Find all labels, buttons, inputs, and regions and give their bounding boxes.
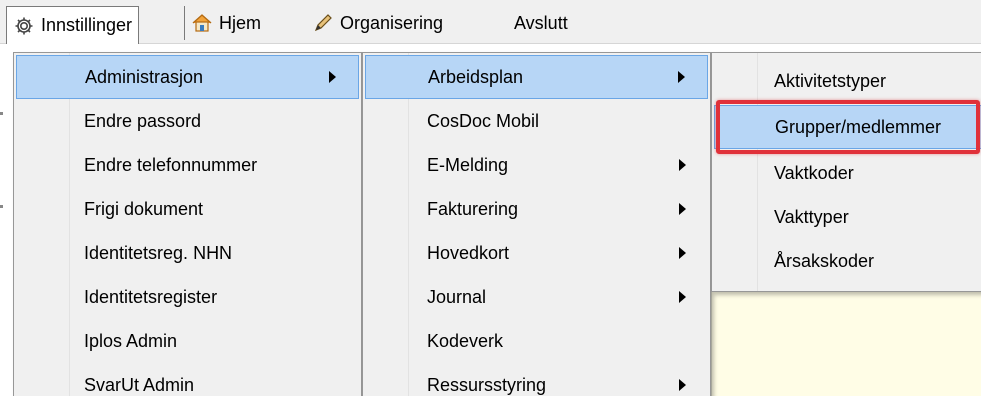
menu-item-label: Endre passord <box>84 110 202 131</box>
background-mark <box>0 112 3 115</box>
submenu-arrow-icon <box>679 247 686 259</box>
menu-item-fakturering[interactable]: Fakturering <box>365 187 708 231</box>
menu-item-label: Aktivitetstyper <box>774 70 887 91</box>
menu-item-label: CosDoc Mobil <box>427 110 540 131</box>
menubar-item-hjem[interactable]: Hjem <box>184 6 267 40</box>
menu-item-label: Arbeidsplan <box>428 66 524 87</box>
menu-item-kodeverk[interactable]: Kodeverk <box>365 319 708 363</box>
menu-item-frigi-dokument[interactable]: Frigi dokument <box>16 187 359 231</box>
menu-item-journal[interactable]: Journal <box>365 275 708 319</box>
submenu-arrow-icon <box>679 159 686 171</box>
menu-item-endre-telefonnummer[interactable]: Endre telefonnummer <box>16 143 359 187</box>
menubar-item-innstillinger[interactable]: Innstillinger <box>6 6 140 44</box>
menu-item-vaktkoder[interactable]: Vaktkoder <box>714 151 981 195</box>
menu-item-label: Ressursstyring <box>427 374 547 395</box>
home-icon <box>191 12 213 34</box>
submenu-arrow-icon <box>678 71 685 83</box>
pencil-icon <box>312 12 334 34</box>
menu-item-label: Iplos Admin <box>84 330 178 351</box>
menu-item-label: Endre telefonnummer <box>84 154 258 175</box>
arbeidsplan-submenu: Aktivitetstyper Grupper/medlemmer Vaktko… <box>711 52 981 292</box>
menu-item-iplos-admin[interactable]: Iplos Admin <box>16 319 359 363</box>
menu-item-arbeidsplan[interactable]: Arbeidsplan <box>365 55 708 99</box>
menu-item-endre-passord[interactable]: Endre passord <box>16 99 359 143</box>
submenu-arrow-icon <box>679 291 686 303</box>
menubar-label: Hjem <box>219 12 262 33</box>
menu-item-label: Journal <box>427 286 487 307</box>
menubar-label: Innstillinger <box>41 15 133 35</box>
menu-item-identitetsreg-nhn[interactable]: Identitetsreg. NHN <box>16 231 359 275</box>
menu-item-label: Identitetsregister <box>84 286 218 307</box>
menu-item-label: Frigi dokument <box>84 198 204 219</box>
settings-dropdown-menu: Administrasjon Endre passord Endre telef… <box>13 52 362 396</box>
submenu-arrow-icon <box>679 379 686 391</box>
menu-item-cosdoc-mobil[interactable]: CosDoc Mobil <box>365 99 708 143</box>
menu-item-label: SvarUt Admin <box>84 374 195 395</box>
highlight-annotation-box <box>716 100 980 154</box>
menubar-item-avslutt[interactable]: Avslutt <box>508 6 574 40</box>
menu-bar: Innstillinger Hjem Organisering Avslutt <box>0 0 981 44</box>
menu-item-label: Identitetsreg. NHN <box>84 242 233 263</box>
menu-item-label: Kodeverk <box>427 330 504 351</box>
menubar-label: Avslutt <box>514 12 568 33</box>
menu-item-vakttyper[interactable]: Vakttyper <box>714 195 981 239</box>
menu-item-label: Årsakskoder <box>774 250 875 271</box>
menu-item-ressursstyring[interactable]: Ressursstyring <box>365 363 708 396</box>
menu-item-label: Vaktkoder <box>774 162 854 183</box>
background-strip <box>0 44 14 396</box>
background-mark <box>0 205 3 208</box>
menu-item-e-melding[interactable]: E-Melding <box>365 143 708 187</box>
menu-item-identitetsregister[interactable]: Identitetsregister <box>16 275 359 319</box>
gear-icon <box>13 15 35 37</box>
menu-item-aktivitetstyper[interactable]: Aktivitetstyper <box>714 59 981 103</box>
menu-item-hovedkort[interactable]: Hovedkort <box>365 231 708 275</box>
content-area-yellow <box>711 292 981 396</box>
submenu-arrow-icon <box>679 203 686 215</box>
menu-item-label: Administrasjon <box>85 66 204 87</box>
menubar-item-organisering[interactable]: Organisering <box>306 6 449 40</box>
menubar-label: Organisering <box>340 12 444 33</box>
menu-item-label: Vakttyper <box>774 206 849 227</box>
menu-item-label: E-Melding <box>427 154 509 175</box>
menu-item-label: Fakturering <box>427 198 519 219</box>
administrasjon-submenu: Arbeidsplan CosDoc Mobil E-Melding Faktu… <box>362 52 711 396</box>
submenu-arrow-icon <box>329 71 336 83</box>
menu-item-label: Hovedkort <box>427 242 510 263</box>
menu-item-svarut-admin[interactable]: SvarUt Admin <box>16 363 359 396</box>
menu-item-arsakskoder[interactable]: Årsakskoder <box>714 239 981 283</box>
menu-item-administrasjon[interactable]: Administrasjon <box>16 55 359 99</box>
